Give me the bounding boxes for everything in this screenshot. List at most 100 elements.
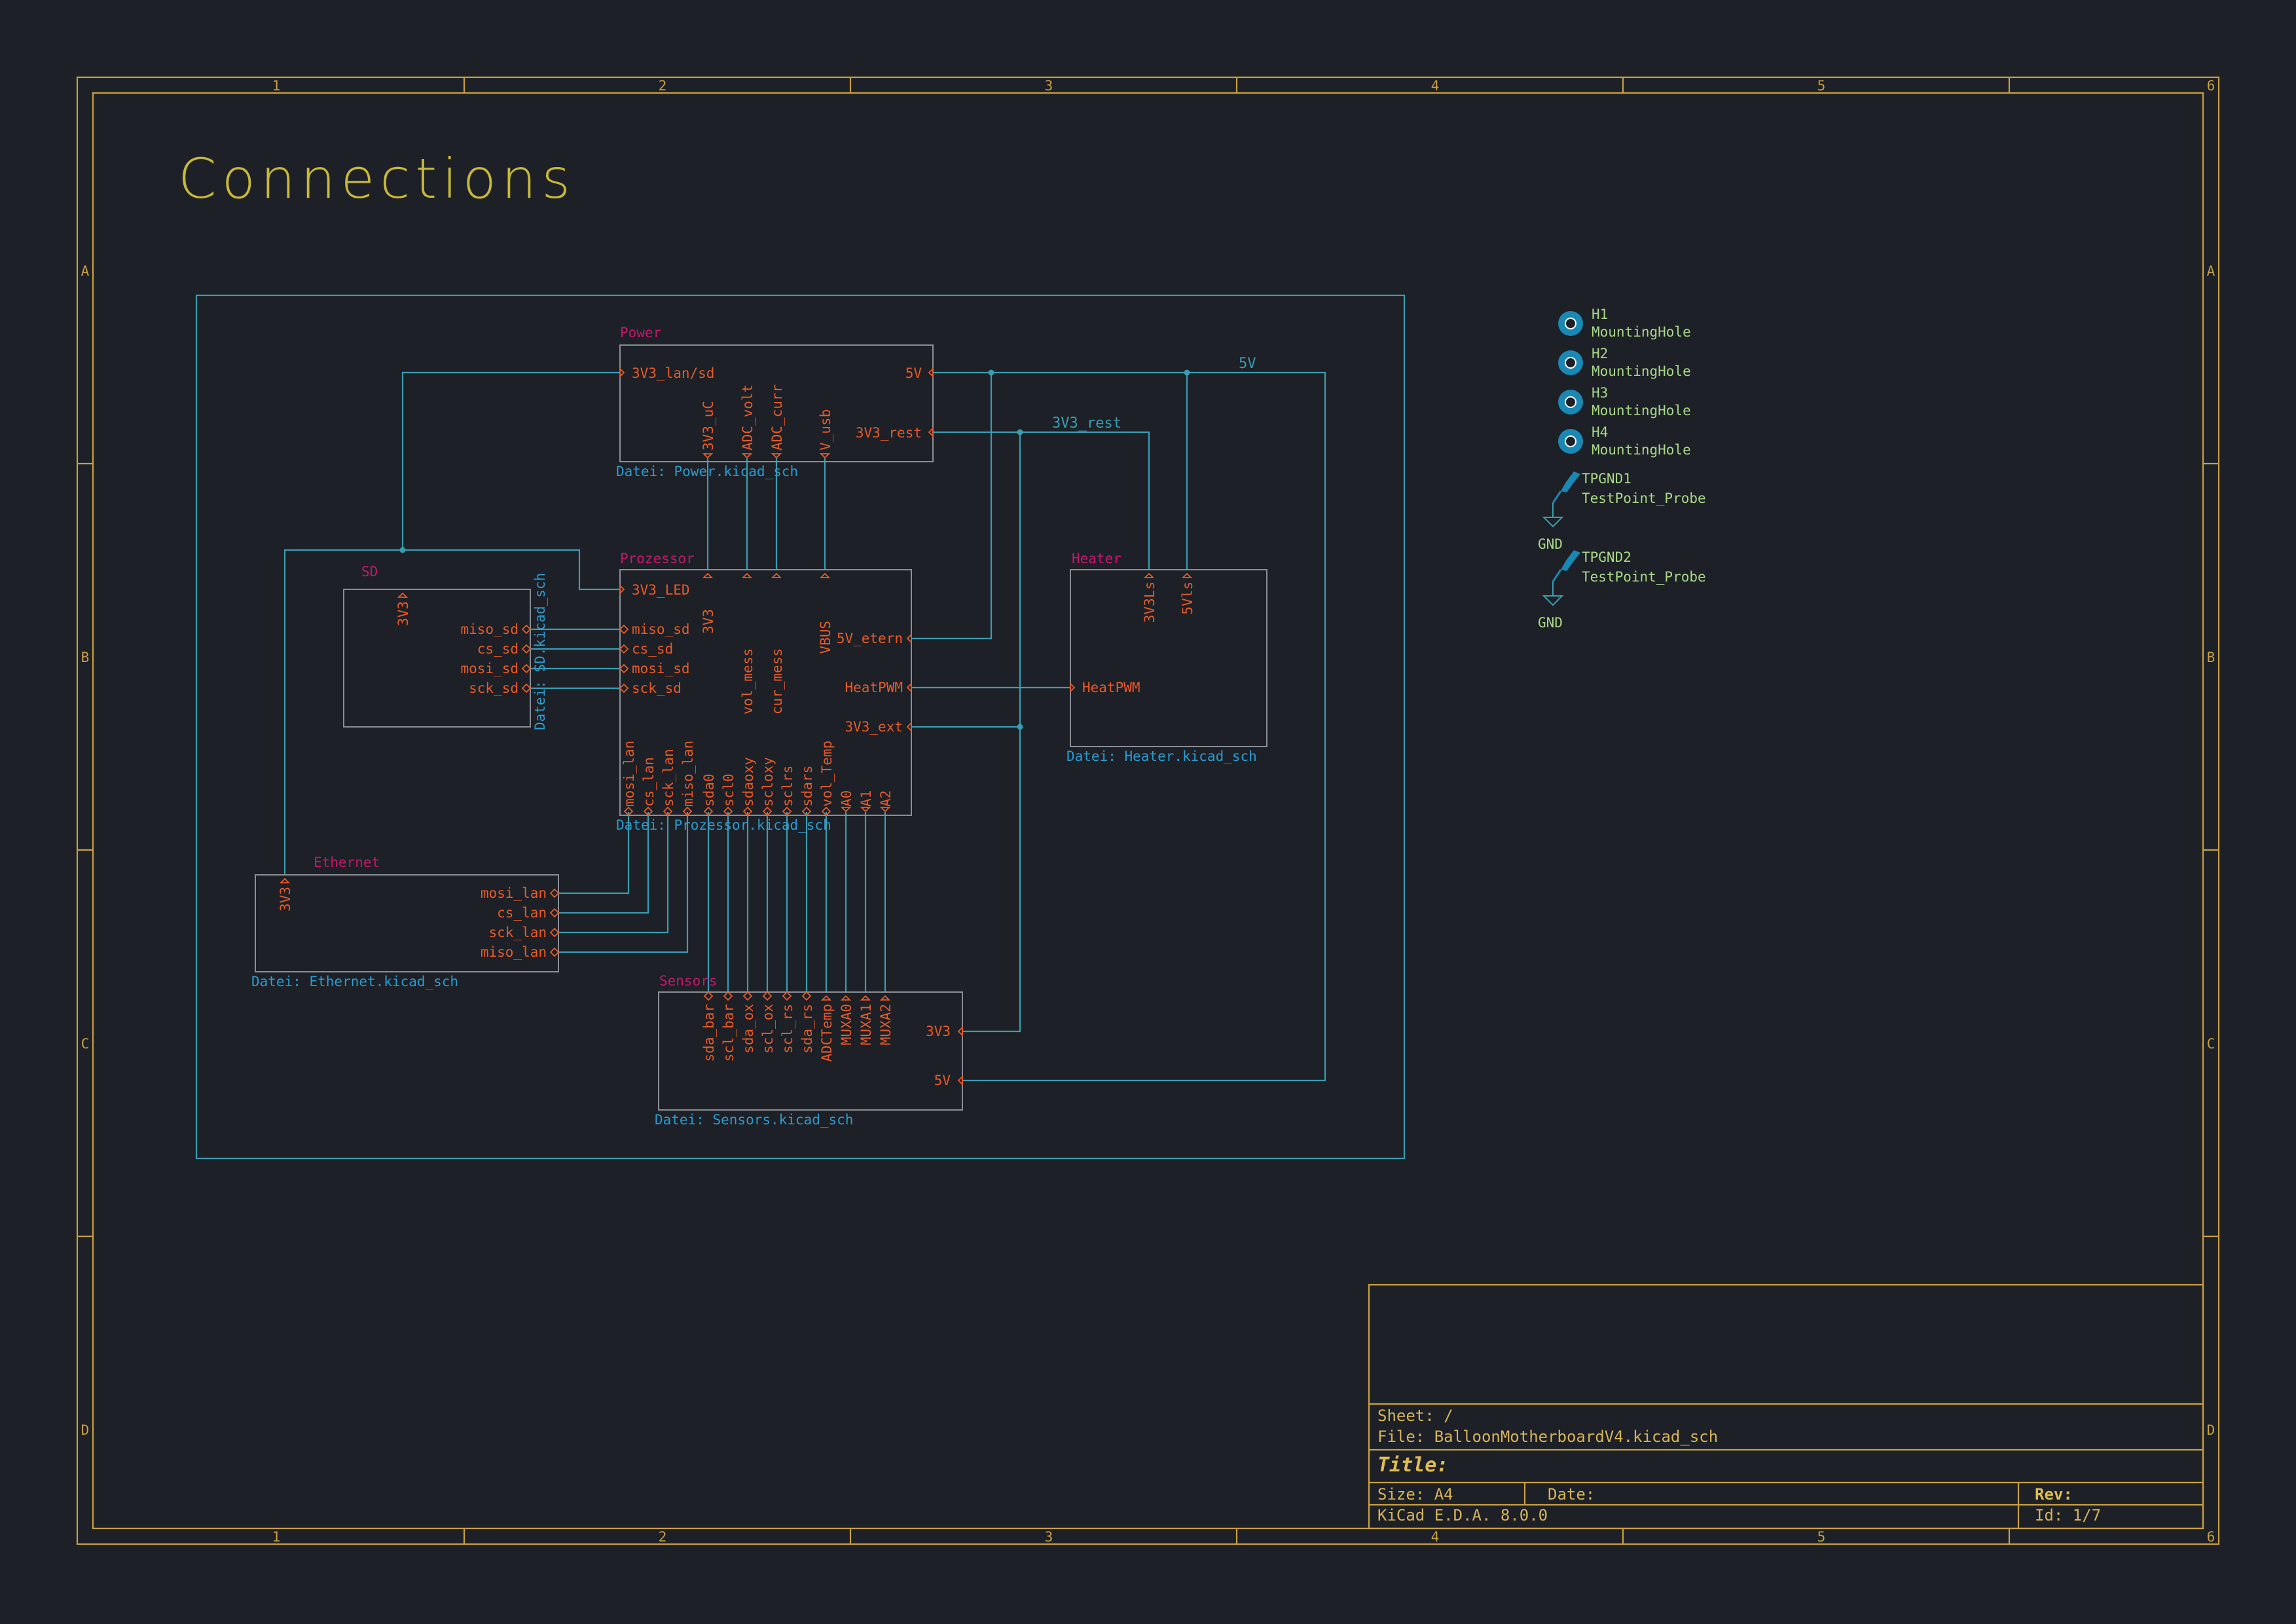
- pin-marker: [819, 453, 831, 459]
- pin-marker: [521, 624, 532, 635]
- pin-marker: [771, 453, 782, 459]
- pin-marker: [957, 1075, 963, 1086]
- pin-marker: [549, 908, 560, 918]
- pin-sens-scl-rs: scl_rs: [780, 1004, 795, 1054]
- pin-proz-vol-mess: vol_mess: [740, 648, 756, 714]
- pin-marker: [279, 877, 291, 883]
- pin-sd-3v3: 3V3: [395, 601, 411, 626]
- frame-col-1-bottom: 1: [272, 1529, 281, 1545]
- pin-proz-cs-sd: cs_sd: [632, 641, 673, 657]
- pin-marker: [860, 807, 871, 813]
- frame-row-c: C: [81, 1036, 90, 1052]
- drawing-frame: 1 2 3 4 5 6 1 2 3 4 5 6 A B C D A B C D: [76, 76, 2220, 1545]
- frame-row-d: D: [81, 1422, 90, 1438]
- pin-proz-heatpwm: HeatPWM: [845, 680, 903, 695]
- pin-marker: [771, 572, 782, 578]
- sheet-sensors-file: Datei: Sensors.kicad_sch: [655, 1112, 853, 1128]
- pin-proz-mosi-sd: mosi_sd: [632, 661, 690, 676]
- pin-marker: [619, 583, 625, 595]
- test-point-tpgnd1[interactable]: TPGND1 TestPoint_Probe GND: [1538, 471, 1706, 552]
- frame-col-5-bottom: 5: [1817, 1529, 1826, 1545]
- pin-marker: [741, 453, 753, 459]
- frame-col-3: 3: [1045, 78, 1053, 94]
- tb-rev: Rev:: [2035, 1485, 2073, 1504]
- mounting-hole-h2[interactable]: H2 MountingHole: [1558, 346, 1691, 379]
- pin-marker: [549, 927, 560, 938]
- pin-marker: [702, 453, 714, 459]
- pin-power-adc-curr: ADC_curr: [769, 384, 785, 451]
- sheet-sensors[interactable]: Sensors Datei: Sensors.kicad_sch sda_bar…: [655, 973, 963, 1128]
- h4-ref: H4: [1592, 424, 1608, 440]
- pin-proz-mosi-lan: mosi_lan: [621, 741, 637, 807]
- pin-sd-sck-sd: sck_sd: [469, 680, 519, 696]
- sheet-heater[interactable]: Heater Datei: Heater.kicad_sch 3V3Ls 5Vl…: [1066, 551, 1267, 764]
- pin-eth-sck-lan: sck_lan: [488, 925, 547, 940]
- pin-proz-a2: A2: [878, 790, 894, 807]
- frame-col-4-bottom: 4: [1431, 1529, 1440, 1545]
- h4-value: MountingHole: [1592, 442, 1691, 458]
- pin-proz-sdaoxy: sdaoxy: [740, 757, 756, 807]
- pin-proz-a1: A1: [858, 790, 874, 807]
- sheet-prozessor-name: Prozessor: [620, 551, 695, 566]
- frame-row-a: A: [81, 263, 90, 279]
- sheet-sd[interactable]: SD Datei: SD.kicad_sch 3V3 miso_sd cs_sd…: [343, 564, 548, 730]
- sheet-prozessor[interactable]: Prozessor Datei: Prozessor.kicad_sch 3V3…: [616, 551, 912, 833]
- pin-marker: [879, 807, 891, 813]
- tpgnd1-gnd: GND: [1538, 536, 1563, 552]
- test-point-tpgnd2[interactable]: TPGND2 TestPoint_Probe GND: [1538, 549, 1706, 631]
- test-probe-icon: [1552, 471, 1580, 504]
- frame-col-4: 4: [1431, 78, 1440, 94]
- sheet-power-file: Datei: Power.kicad_sch: [616, 464, 798, 479]
- frame-row-a-right: A: [2207, 263, 2215, 279]
- pin-marker: [619, 663, 629, 674]
- pin-power-5v: 5V: [905, 365, 922, 381]
- sheet-heater-name: Heater: [1072, 551, 1121, 566]
- pin-proz-sclrs: sclrs: [780, 766, 795, 807]
- pin-marker: [928, 426, 934, 438]
- sheet-heater-file: Datei: Heater.kicad_sch: [1066, 748, 1257, 764]
- pin-proz-sda0: sda0: [701, 773, 717, 807]
- pin-marker: [702, 572, 714, 578]
- sheet-ethernet-file: Datei: Ethernet.kicad_sch: [251, 974, 458, 989]
- pin-proz-3v3-ext: 3V3_ext: [845, 719, 903, 735]
- pin-marker: [397, 592, 409, 598]
- net-label-3v3-rest: 3V3_rest: [1052, 415, 1121, 432]
- pin-marker: [703, 991, 714, 1001]
- pin-sens-scl-ox: scl_ox: [760, 1004, 776, 1054]
- schematic-canvas: 1 2 3 4 5 6 1 2 3 4 5 6 A B C D A B C D …: [76, 76, 2220, 1545]
- frame-col-6-bottom: 6: [2207, 1529, 2215, 1545]
- mounting-hole-h3[interactable]: H3 MountingHole: [1558, 385, 1691, 418]
- mounting-hole-h1[interactable]: H1 MountingHole: [1558, 306, 1691, 340]
- tpgnd1-ref: TPGND1: [1582, 471, 1631, 487]
- pin-marker: [619, 644, 629, 654]
- mounting-hole-h4[interactable]: H4 MountingHole: [1558, 424, 1691, 458]
- pin-marker: [782, 991, 792, 1001]
- sheet-prozessor-file: Datei: Prozessor.kicad_sch: [616, 817, 831, 833]
- pin-heater-3v3ls: 3V3Ls: [1142, 581, 1157, 623]
- frame-col-5: 5: [1817, 78, 1826, 94]
- h2-ref: H2: [1592, 346, 1608, 361]
- pin-marker: [820, 995, 832, 1001]
- tb-title: Title:: [1377, 1454, 1448, 1477]
- pin-proz-3v3-led: 3V3_LED: [632, 582, 690, 598]
- tpgnd1-value: TestPoint_Probe: [1582, 490, 1706, 506]
- pin-marker: [723, 991, 733, 1001]
- frame-row-c-right: C: [2207, 1036, 2215, 1052]
- pin-sens-muxa2: MUXA2: [878, 1004, 894, 1045]
- pin-proz-5v-etern: 5V_etern: [837, 631, 903, 646]
- pin-sd-miso-sd: miso_sd: [460, 621, 519, 637]
- pin-proz-sck-lan: sck_lan: [661, 748, 676, 807]
- pin-power-v-usb: V_usb: [818, 409, 833, 451]
- sheet-sensors-name: Sensors: [659, 973, 718, 989]
- tb-file: File: BalloonMotherboardV4.kicad_sch: [1377, 1428, 1718, 1446]
- pin-proz-vbus: VBUS: [818, 621, 833, 654]
- ground-symbol-icon: [1542, 517, 1564, 528]
- pin-marker: [801, 991, 812, 1001]
- sheet-ethernet[interactable]: Ethernet Datei: Ethernet.kicad_sch 3V3 m…: [251, 855, 559, 989]
- pin-marker: [906, 682, 912, 693]
- tpgnd2-value: TestPoint_Probe: [1582, 569, 1706, 585]
- pin-marker: [906, 721, 912, 733]
- pin-eth-miso-lan: miso_lan: [481, 944, 547, 960]
- h1-value: MountingHole: [1592, 324, 1691, 340]
- ground-symbol-icon: [1542, 595, 1564, 606]
